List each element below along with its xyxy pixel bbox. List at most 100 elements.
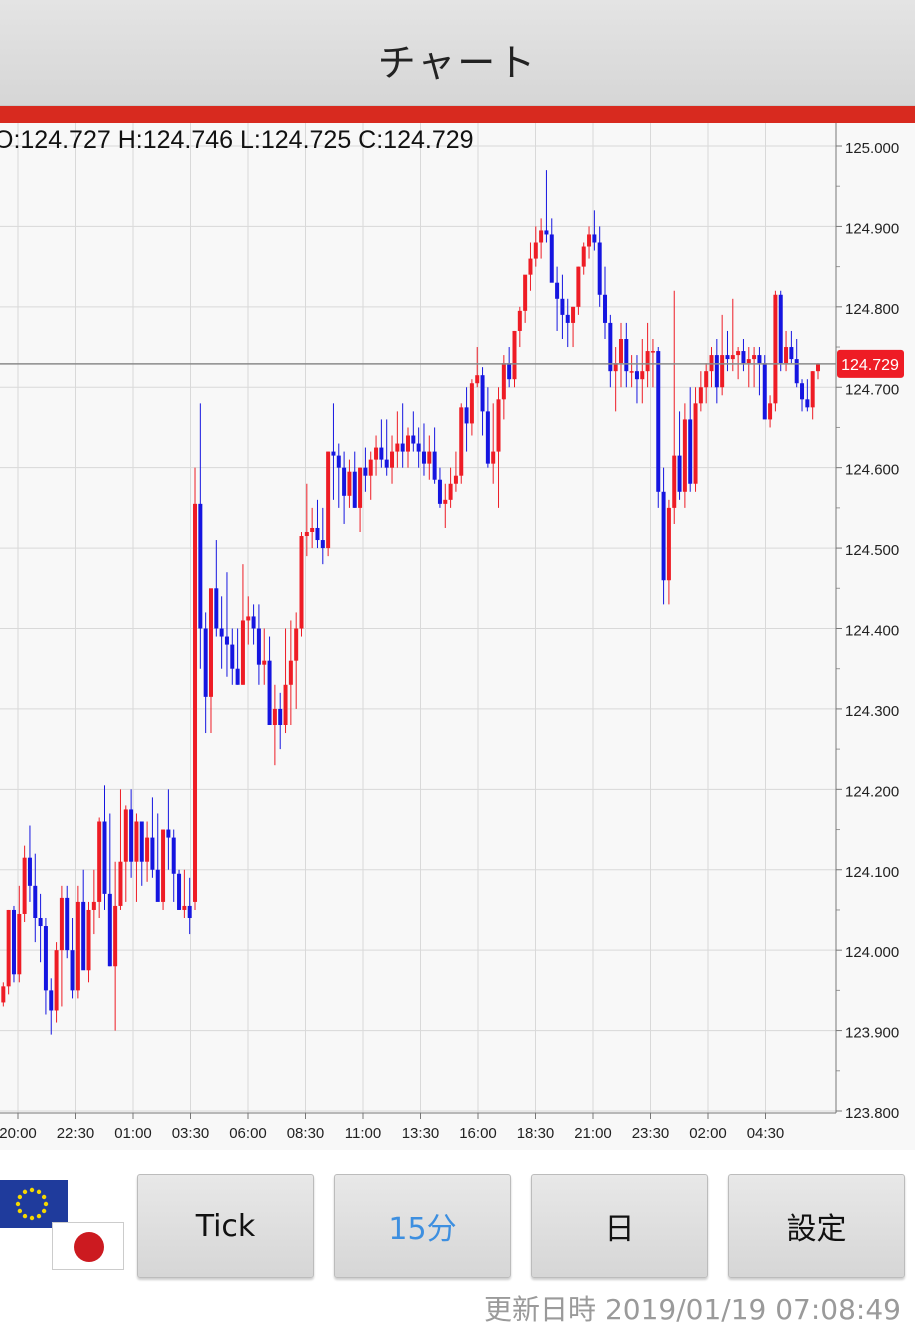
x-tick-label: 22:30 xyxy=(57,1125,95,1142)
candle-body xyxy=(294,628,299,661)
candle-body xyxy=(22,857,27,914)
candle-body xyxy=(555,282,560,299)
candle-body xyxy=(177,873,182,910)
interval-15min-button[interactable]: 15分 xyxy=(334,1174,511,1278)
x-tick-label: 18:30 xyxy=(517,1125,555,1142)
candle-body xyxy=(709,355,714,372)
candle-body xyxy=(27,857,32,886)
y-tick-label: 124.800 xyxy=(845,301,899,318)
eu-star-icon xyxy=(29,1215,35,1221)
candle-body xyxy=(421,451,426,464)
candle-body xyxy=(262,660,267,665)
y-tick-label: 124.700 xyxy=(845,381,899,398)
candle-body xyxy=(581,246,586,267)
candle-body xyxy=(65,897,70,951)
settings-button[interactable]: 設定 xyxy=(728,1174,905,1278)
candle-body xyxy=(544,230,549,235)
ohlc-readout: O:124.727 H:124.746 L:124.725 C:124.729 xyxy=(0,126,474,154)
candle-body xyxy=(640,371,645,380)
candle-body xyxy=(624,339,629,372)
candle-body xyxy=(326,451,331,549)
eu-flag-icon[interactable] xyxy=(0,1180,68,1228)
candle-body xyxy=(805,399,810,408)
candle-body xyxy=(533,242,538,259)
candle-body xyxy=(560,298,565,315)
candle-body xyxy=(587,234,592,247)
candle-body xyxy=(752,355,757,360)
candle-body xyxy=(251,616,256,629)
candle-body xyxy=(773,294,778,404)
candle-body xyxy=(97,821,102,902)
candle-body xyxy=(645,351,650,372)
y-tick-label: 124.000 xyxy=(845,944,899,961)
candle-body xyxy=(650,351,655,353)
candle-body xyxy=(698,387,703,404)
x-tick-label: 08:30 xyxy=(287,1125,325,1142)
candle-body xyxy=(310,527,315,532)
candle-body xyxy=(113,905,118,967)
candle-body xyxy=(592,234,597,243)
candle-body xyxy=(565,314,570,323)
candle-body xyxy=(501,363,506,400)
eu-star-icon xyxy=(15,1201,21,1207)
candle-body xyxy=(794,359,799,384)
candle-body xyxy=(400,443,405,452)
candle-body xyxy=(38,918,43,927)
candle-body xyxy=(352,471,357,508)
candle-body xyxy=(491,451,496,464)
candle-body xyxy=(666,507,671,581)
candle-body xyxy=(459,407,464,476)
candle-body xyxy=(741,351,746,364)
x-tick-label: 20:00 xyxy=(0,1125,37,1142)
eu-star-icon xyxy=(41,1208,47,1214)
eu-star-icon xyxy=(36,1213,42,1219)
candle-body xyxy=(43,926,48,991)
current-price-label: 124.729 xyxy=(841,357,899,374)
candle-body xyxy=(102,821,107,894)
x-tick-label: 01:00 xyxy=(114,1125,152,1142)
candle-body xyxy=(299,536,304,629)
accent-bar xyxy=(0,106,915,123)
candle-body xyxy=(416,443,421,452)
candle-body xyxy=(161,829,166,902)
candle-body xyxy=(411,435,416,444)
x-tick-label: 16:00 xyxy=(459,1125,497,1142)
y-tick-label: 124.400 xyxy=(845,623,899,640)
candle-body xyxy=(342,467,347,496)
y-tick-label: 124.900 xyxy=(845,220,899,237)
y-tick-label: 124.200 xyxy=(845,783,899,800)
candle-body xyxy=(693,403,698,484)
candle-body xyxy=(198,503,203,629)
candle-body xyxy=(576,266,581,307)
y-tick-label: 124.500 xyxy=(845,542,899,559)
candle-body xyxy=(762,363,767,420)
eu-stars-icon xyxy=(15,1187,49,1221)
jp-flag-icon[interactable] xyxy=(52,1222,124,1270)
candle-body xyxy=(363,467,368,476)
candlestick-chart[interactable]: 125.000 124.900 124.800 124.700 124.600 124.5… xyxy=(0,123,915,1150)
x-tick-label: 02:00 xyxy=(689,1125,727,1142)
candle-body xyxy=(512,330,517,380)
candle-body xyxy=(618,339,623,364)
candle-body xyxy=(475,375,480,384)
candle-body xyxy=(688,419,693,484)
candle-body xyxy=(789,347,794,360)
candle-body xyxy=(682,419,687,492)
candle-body xyxy=(597,242,602,295)
x-tick-label: 23:30 xyxy=(632,1125,670,1142)
x-tick-label: 13:30 xyxy=(402,1125,440,1142)
candle-body xyxy=(278,708,283,725)
candle-body xyxy=(507,363,512,380)
candle-body xyxy=(49,990,54,1011)
page-title: チャート xyxy=(377,41,538,85)
candle-body xyxy=(91,901,96,910)
candle-body xyxy=(304,532,309,537)
candle-body xyxy=(118,861,123,906)
candle-body xyxy=(187,905,192,918)
candle-body xyxy=(406,435,410,452)
tick-button[interactable]: Tick xyxy=(137,1174,314,1278)
candle-body xyxy=(757,355,762,364)
interval-day-button[interactable]: 日 xyxy=(531,1174,708,1278)
candle-body xyxy=(427,451,432,464)
eu-star-icon xyxy=(22,1189,28,1195)
